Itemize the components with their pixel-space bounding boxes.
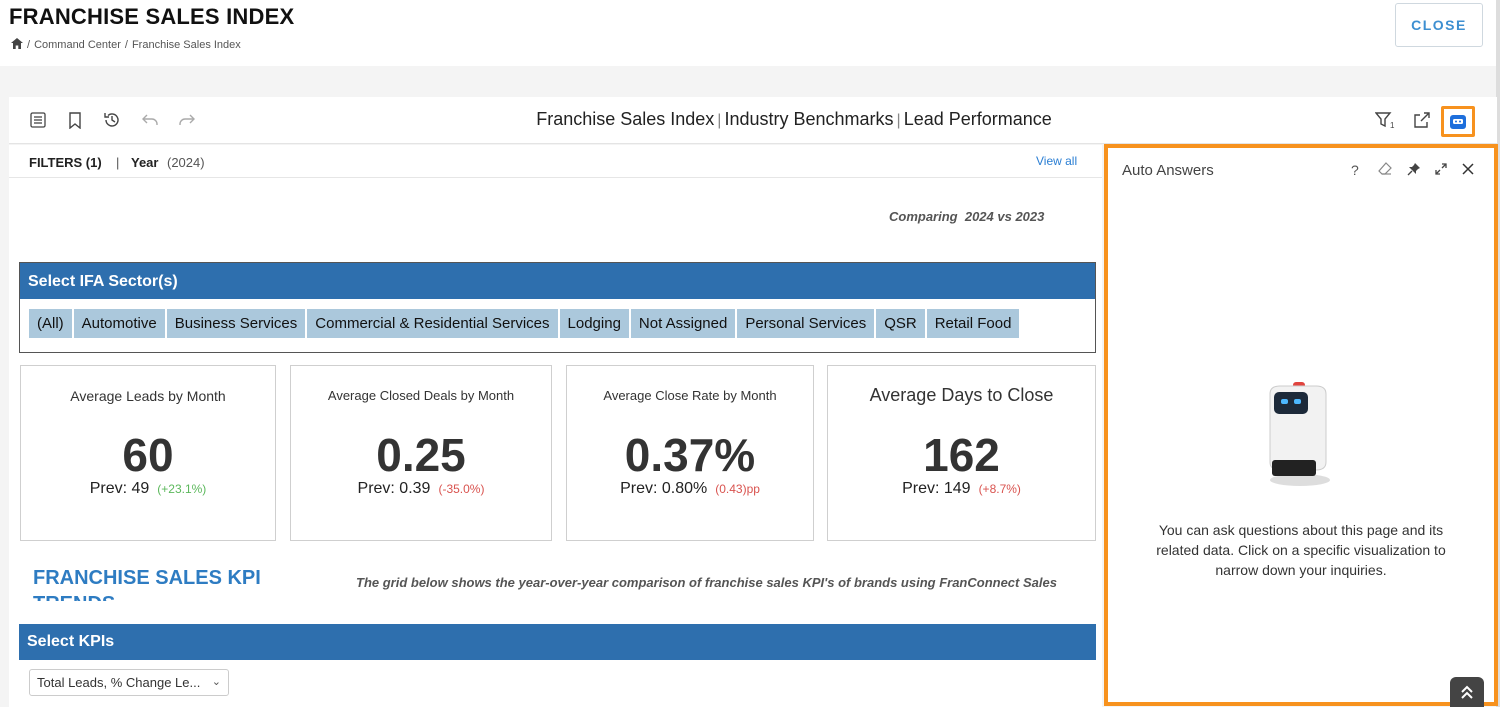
kpi-card-average-closed-deals[interactable]: Average Closed Deals by Month 0.25 Prev:…: [290, 365, 552, 541]
filters-bar: FILTERS (1) | Year (2024) View all: [9, 145, 1102, 178]
filters-separator: |: [116, 155, 120, 170]
breadcrumb: / Command Center / Franchise Sales Index: [11, 38, 241, 52]
kpi-value: 162: [923, 429, 1000, 481]
robot-illustration: [1258, 380, 1338, 495]
history-icon[interactable]: [101, 109, 123, 131]
sector-option-retail-food[interactable]: Retail Food: [926, 309, 1020, 338]
auto-answers-button[interactable]: [1441, 106, 1475, 137]
kpi-title: Average Days to Close: [869, 385, 1054, 405]
filter-icon[interactable]: 1: [1374, 109, 1396, 131]
comparing-text: Comparing 2024 vs 2023: [889, 209, 1045, 224]
sector-option-lodging[interactable]: Lodging: [559, 309, 629, 338]
auto-answers-panel: Auto Answers ? You can ask questions abo…: [1104, 144, 1498, 707]
double-chevron-up-icon: [1461, 685, 1473, 699]
top-bar: FRANCHISE SALES INDEX / Command Center /…: [0, 0, 1500, 66]
dashboard-main: FILTERS (1) | Year (2024) View all Compa…: [9, 145, 1102, 707]
dashboard-title-part-1: Franchise Sales Index: [536, 109, 715, 129]
sector-heading: Select IFA Sector(s): [20, 263, 1095, 299]
chevron-down-icon: ⌄: [211, 676, 221, 688]
dashboard-title-part-2: Industry Benchmarks: [724, 109, 894, 129]
kpi-dropdown-value: Total Leads, % Change Le...: [37, 675, 201, 690]
close-button[interactable]: CLOSE: [1395, 3, 1483, 47]
undo-icon[interactable]: [139, 109, 161, 131]
kpi-card-average-close-rate[interactable]: Average Close Rate by Month 0.37% Prev: …: [566, 365, 814, 541]
kpi-title: Average Leads by Month: [70, 388, 226, 404]
breadcrumb-franchise-sales-index: Franchise Sales Index: [131, 39, 241, 51]
kpi-value: 0.25: [376, 429, 466, 481]
filter-field-year: Year: [131, 155, 159, 170]
filter-value-year: (2024): [167, 155, 205, 170]
auto-answers-title: Auto Answers: [1122, 162, 1214, 179]
expand-icon[interactable]: [1435, 162, 1447, 178]
sector-option-personal-services[interactable]: Personal Services: [737, 309, 875, 338]
scroll-to-top-button[interactable]: [1450, 677, 1484, 707]
sector-options: (All) Automotive Business Services Comme…: [29, 309, 1020, 338]
bookmark-icon[interactable]: [64, 109, 86, 131]
view-all-link[interactable]: View all: [1036, 154, 1077, 168]
kpi-previous: Prev: 0.80% (0.43)pp: [620, 480, 760, 497]
kpi-card-average-days-to-close[interactable]: Average Days to Close 162 Prev: 149 (+8.7…: [827, 365, 1096, 541]
sector-option-business-services[interactable]: Business Services: [166, 309, 306, 338]
kpi-trends-title: FRANCHISE SALES KPI TRENDS: [33, 567, 261, 601]
kpi-dropdown[interactable]: Total Leads, % Change Le... ⌄: [29, 669, 229, 696]
breadcrumb-command-center[interactable]: Command Center: [34, 39, 121, 51]
page-title: FRANCHISE SALES INDEX: [9, 4, 295, 29]
kpi-previous: Prev: 0.39 (-35.0%): [357, 480, 485, 497]
sector-option-all[interactable]: (All): [29, 309, 72, 338]
sector-option-not-assigned[interactable]: Not Assigned: [630, 309, 736, 338]
kpi-value: 60: [122, 429, 174, 481]
kpi-change: (+23.1%): [157, 482, 207, 496]
close-icon[interactable]: [1462, 162, 1474, 178]
auto-answers-message: You can ask questions about this page an…: [1156, 522, 1446, 578]
kpi-card-average-leads[interactable]: Average Leads by Month 60 Prev: 49 (+23.1…: [20, 365, 276, 541]
kpi-previous: Prev: 49 (+23.1%): [89, 480, 207, 497]
dashboard-title: Franchise Sales Index | Industry Benchmark…: [536, 109, 1052, 129]
filters-label[interactable]: FILTERS (1): [29, 155, 102, 170]
auto-answers-icon: [1450, 114, 1466, 129]
table-of-contents-icon[interactable]: [27, 109, 49, 131]
share-icon[interactable]: [1411, 109, 1433, 131]
kpi-trends-note: The grid below shows the year-over-year …: [356, 575, 1057, 590]
pin-icon[interactable]: [1407, 162, 1421, 179]
sector-selector: Select IFA Sector(s) (All) Automotive Bu…: [19, 262, 1096, 353]
home-icon[interactable]: [11, 38, 23, 52]
kpi-change: (-35.0%): [438, 482, 485, 496]
sector-option-automotive[interactable]: Automotive: [73, 309, 165, 338]
svg-text:1: 1: [1390, 121, 1395, 129]
kpi-previous: Prev: 149 (+8.7%): [902, 480, 1021, 497]
dashboard-title-part-3: Lead Performance: [903, 109, 1052, 129]
kpi-title: Average Close Rate by Month: [603, 388, 777, 403]
redo-icon[interactable]: [176, 109, 198, 131]
sector-option-qsr[interactable]: QSR: [876, 309, 925, 338]
kpi-title: Average Closed Deals by Month: [327, 388, 515, 403]
kpi-change: (0.43)pp: [715, 482, 760, 496]
help-icon[interactable]: ?: [1351, 162, 1359, 178]
select-kpis-heading: Select KPIs: [19, 624, 1096, 660]
dashboard-toolbar: Franchise Sales Index | Industry Benchmark…: [9, 97, 1497, 144]
sector-option-commercial-residential[interactable]: Commercial & Residential Services: [307, 309, 558, 338]
eraser-icon[interactable]: [1378, 162, 1392, 178]
kpi-value: 0.37%: [624, 429, 756, 481]
kpi-change: (+8.7%): [978, 482, 1021, 496]
